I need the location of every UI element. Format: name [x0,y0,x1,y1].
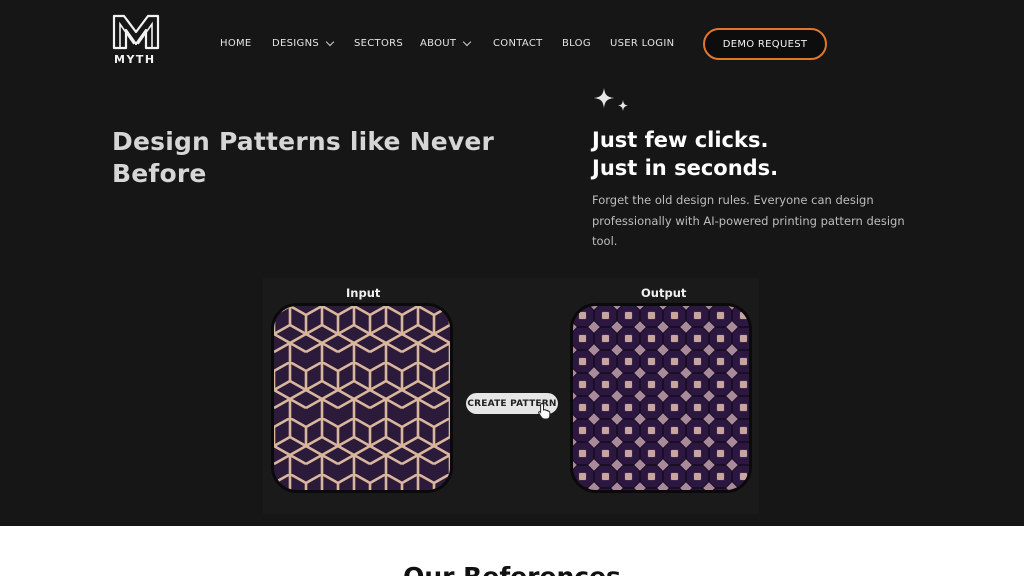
chevron-down-icon [463,37,472,46]
output-label: Output [641,286,687,300]
nav-item-label: ABOUT [420,38,457,49]
nav-item-about[interactable]: ABOUT [420,37,472,49]
references-title: Our References [0,562,1024,576]
nav-item-label: SECTORS [354,38,404,49]
hero-tagline-line: Just few clicks. [592,128,769,152]
nav-item-sectors[interactable]: SECTORS [354,38,403,49]
input-pattern-image [271,303,453,493]
hand-cursor-icon [537,402,553,420]
nav-item-label: CONTACT [493,38,543,49]
hero-headline-line: Before [112,159,207,188]
nav-item-user-login[interactable]: USER LOGIN [610,38,674,49]
nav-item-home[interactable]: HOME [220,38,252,49]
nav-item-contact[interactable]: CONTACT [493,38,543,49]
hero-headline-line: Design Patterns like Never [112,127,495,156]
input-label: Input [346,286,381,300]
hero-tagline-line: Just in seconds. [592,156,779,180]
nav-item-label: USER LOGIN [610,38,675,49]
output-pattern-image [570,303,752,493]
hero-tagline: Just few clicks. Just in seconds. [592,126,912,182]
nav-item-blog[interactable]: BLOG [562,38,591,49]
nav-item-label: DESIGNS [272,38,319,49]
sparkle-icon [592,86,632,114]
hero-headline: Design Patterns like Never Before [112,126,532,190]
hero-section: MYTH HOME DESIGNS SECTORS ABOUT CONTACT … [0,0,1024,526]
nav-item-label: BLOG [562,38,591,49]
hero-description: Forget the old design rules. Everyone ca… [592,193,905,248]
nav-item-designs[interactable]: DESIGNS [272,37,335,49]
chevron-down-icon [325,37,335,46]
brand-name: MYTH [114,53,156,66]
demo-request-button[interactable]: DEMO REQUEST [703,28,827,60]
nav-item-label: HOME [220,38,252,49]
references-section: Our References [0,526,1024,576]
